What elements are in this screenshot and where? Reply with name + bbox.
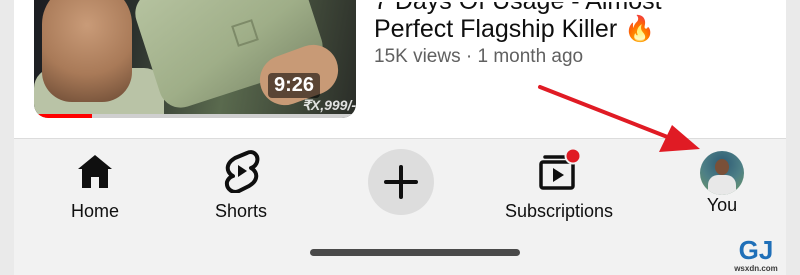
annotation-arrow: [538, 85, 700, 152]
watermark-logo: GJ wsxdn.com: [726, 235, 786, 275]
mobile-screen: 9:26 ₹X,999/- 7 Days Of Usage - Almost P…: [14, 0, 786, 275]
watermark-site: wsxdn.com: [734, 264, 778, 273]
watermark-logo-text: GJ: [738, 235, 774, 265]
